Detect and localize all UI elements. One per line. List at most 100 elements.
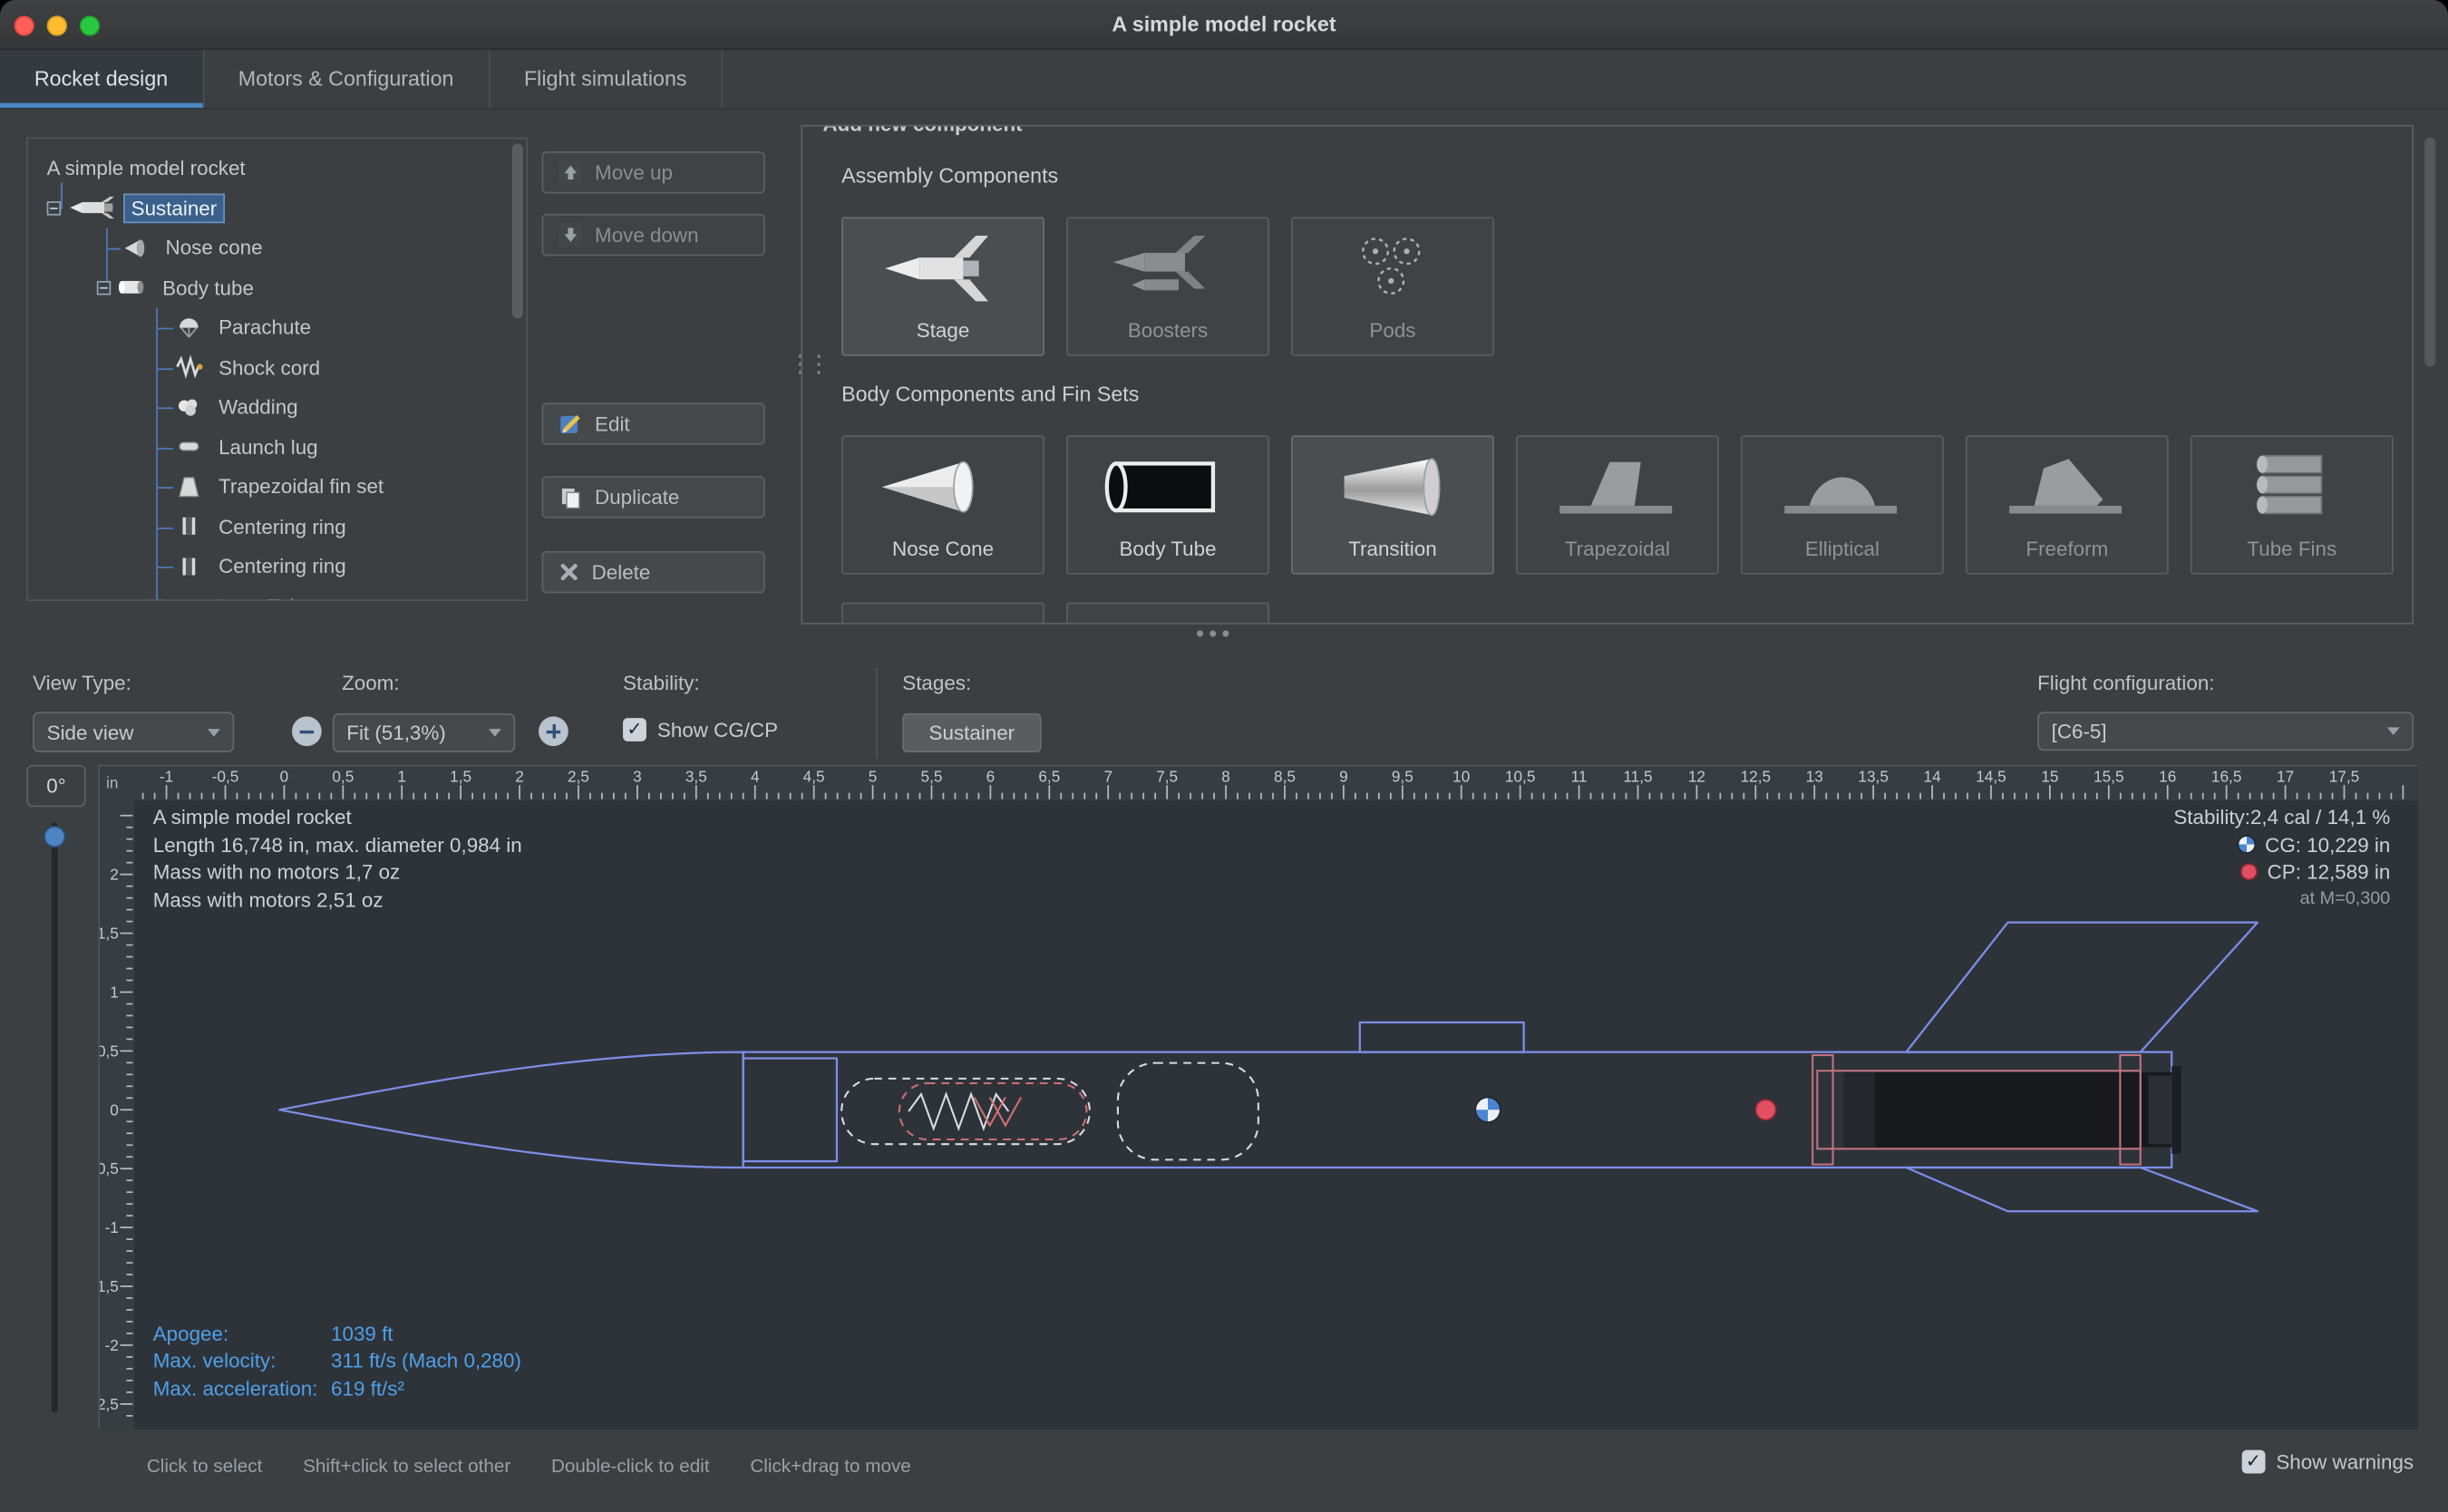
tree-item-parachute[interactable]: Parachute	[28, 307, 526, 347]
toolbar-divider	[876, 668, 878, 759]
zoom-out-button[interactable]	[292, 716, 322, 746]
svg-text:3: 3	[633, 768, 642, 786]
svg-text:4: 4	[751, 768, 760, 786]
component-tile-nose-cone[interactable]: Nose Cone	[841, 435, 1044, 574]
tree-item-label: Shock cord	[212, 354, 326, 380]
rotation-slider-thumb[interactable]	[44, 826, 65, 848]
duplicate-icon	[559, 486, 582, 509]
svg-text:7: 7	[1103, 768, 1112, 786]
tree-item-centering-ring[interactable]: Centering ring	[28, 507, 526, 547]
component-tile-clipped[interactable]	[841, 603, 1044, 625]
svg-text:5,5: 5,5	[921, 768, 943, 786]
show-cg-cp-label: Show CG/CP	[657, 718, 778, 741]
svg-text:17: 17	[2277, 768, 2294, 786]
tab-motors-configuration[interactable]: Motors & Configuration	[204, 50, 490, 108]
tree-item-centering-ring[interactable]: Centering ring	[28, 547, 526, 586]
svg-text:12,5: 12,5	[1741, 768, 1771, 786]
app-window: A simple model rocket Rocket designMotor…	[0, 0, 2448, 1512]
component-tile-elliptical[interactable]: Elliptical	[1741, 435, 1944, 574]
stability-label: Stability:	[623, 671, 700, 694]
add-component-title: Add new component	[815, 125, 1030, 136]
svg-text:14: 14	[1924, 768, 1942, 786]
show-cg-cp-checkbox[interactable]: ✓	[623, 718, 646, 741]
rotation-slider-track[interactable]	[52, 822, 58, 1412]
component-tile-trapezoidal[interactable]: Trapezoidal	[1516, 435, 1719, 574]
tree-connector	[158, 527, 173, 528]
move-down-button[interactable]: Move down	[542, 214, 765, 256]
delete-button[interactable]: Delete	[542, 551, 765, 593]
cp-marker	[1755, 1100, 1775, 1119]
bodytube-icon	[119, 274, 147, 302]
horizontal-ruler	[100, 766, 2418, 800]
tree-item-nose-cone[interactable]: Nose cone	[28, 228, 526, 267]
svg-text:10,5: 10,5	[1505, 768, 1535, 786]
centeringring-icon	[175, 552, 203, 580]
svg-text:13: 13	[1806, 768, 1823, 786]
flight-config-label: Flight configuration:	[2037, 671, 2214, 694]
finset-icon	[175, 472, 203, 500]
duplicate-button[interactable]: Duplicate	[542, 476, 765, 518]
centeringring-icon	[175, 512, 203, 540]
component-tile-tube-fins[interactable]: Tube Fins	[2191, 435, 2394, 574]
zoom-button[interactable]	[80, 15, 100, 34]
flight-info: Apogee:1039 ft Max. velocity:311 ft/s (M…	[153, 1320, 521, 1401]
component-tile-boosters[interactable]: Boosters	[1066, 217, 1269, 355]
tree-item-wadding[interactable]: Wadding	[28, 387, 526, 427]
move-up-button[interactable]: Move up	[542, 151, 765, 193]
section-heading-assembly: Assembly Components	[841, 164, 1058, 188]
tree-connector	[108, 248, 121, 250]
stability-text: Stability:2,4 cal / 14,1 %	[2173, 804, 2390, 831]
tree-connector	[106, 228, 108, 288]
tree-scrollbar[interactable]	[512, 143, 523, 318]
tubefins-component-icon	[2221, 437, 2362, 537]
svg-text:0: 0	[280, 768, 289, 786]
tree-item-launch-lug[interactable]: Launch lug	[28, 427, 526, 467]
component-tree: A simple model rocket SustainerNose cone B…	[28, 139, 526, 601]
component-tile-pods[interactable]: Pods	[1291, 217, 1494, 355]
chevron-down-icon	[208, 728, 220, 736]
flight-config-select[interactable]: [C6-5]	[2037, 712, 2414, 751]
splitter-handle-horizontal[interactable]: •••	[1196, 621, 1235, 647]
tab-flight-simulations[interactable]: Flight simulations	[490, 50, 723, 108]
expand-handle[interactable]	[47, 201, 61, 215]
close-button[interactable]	[14, 15, 34, 34]
tree-item-shock-cord[interactable]: Shock cord	[28, 347, 526, 387]
window-title: A simple model rocket	[0, 0, 2448, 50]
component-tile-transition[interactable]: Transition	[1291, 435, 1494, 574]
zoom-select[interactable]: Fit (51,3%)	[333, 713, 515, 752]
arrow-up-icon	[559, 160, 582, 184]
component-tile-clipped[interactable]	[1066, 603, 1269, 625]
show-warnings-checkbox[interactable]: ✓	[2241, 1450, 2265, 1474]
tree-item-label: Inner Tube	[209, 593, 319, 601]
component-tile-body-tube[interactable]: Body Tube	[1066, 435, 1269, 574]
tree-item-label: Body tube	[156, 275, 260, 301]
motor-body[interactable]	[1844, 1072, 2172, 1148]
svg-text:11,5: 11,5	[1623, 768, 1652, 786]
rocket-view[interactable]: -1-0,500,511,522,533,544,555,566,577,588…	[98, 765, 2416, 1429]
zoom-in-button[interactable]	[539, 716, 568, 746]
svg-text:-0,5: -0,5	[212, 768, 239, 786]
expand-handle[interactable]	[150, 599, 163, 601]
svg-text:0,5: 0,5	[332, 768, 354, 786]
tree-item-trapezoidal-fin-set[interactable]: Trapezoidal fin set	[28, 467, 526, 507]
component-tile-freeform[interactable]: Freeform	[1966, 435, 2169, 574]
tab-rocket-design[interactable]: Rocket design	[0, 50, 204, 108]
tree-item-inner-tube[interactable]: Inner Tube	[28, 586, 526, 601]
tree-item-sustainer[interactable]: Sustainer	[28, 188, 526, 228]
panel-scrollbar[interactable]	[2424, 138, 2435, 367]
expand-handle[interactable]	[97, 281, 111, 295]
tree-item-label: A simple model rocket	[41, 155, 252, 181]
stage-toggle-sustainer[interactable]: Sustainer	[902, 713, 1041, 752]
component-tile-stage[interactable]: Stage	[841, 217, 1044, 355]
svg-text:2: 2	[515, 768, 524, 786]
svg-text:12: 12	[1688, 768, 1705, 786]
tree-item-body-tube[interactable]: Body tube	[28, 267, 526, 307]
tree-item-a-simple-model-rocket[interactable]: A simple model rocket	[28, 149, 526, 189]
freeform-component-icon	[1996, 437, 2137, 537]
arrow-down-icon	[559, 223, 582, 247]
svg-text:8: 8	[1221, 768, 1230, 786]
edit-button[interactable]: Edit	[542, 402, 765, 444]
mach-text: at M=0,300	[2173, 886, 2390, 913]
minimize-button[interactable]	[47, 15, 67, 34]
view-type-select[interactable]: Side view	[33, 712, 234, 752]
